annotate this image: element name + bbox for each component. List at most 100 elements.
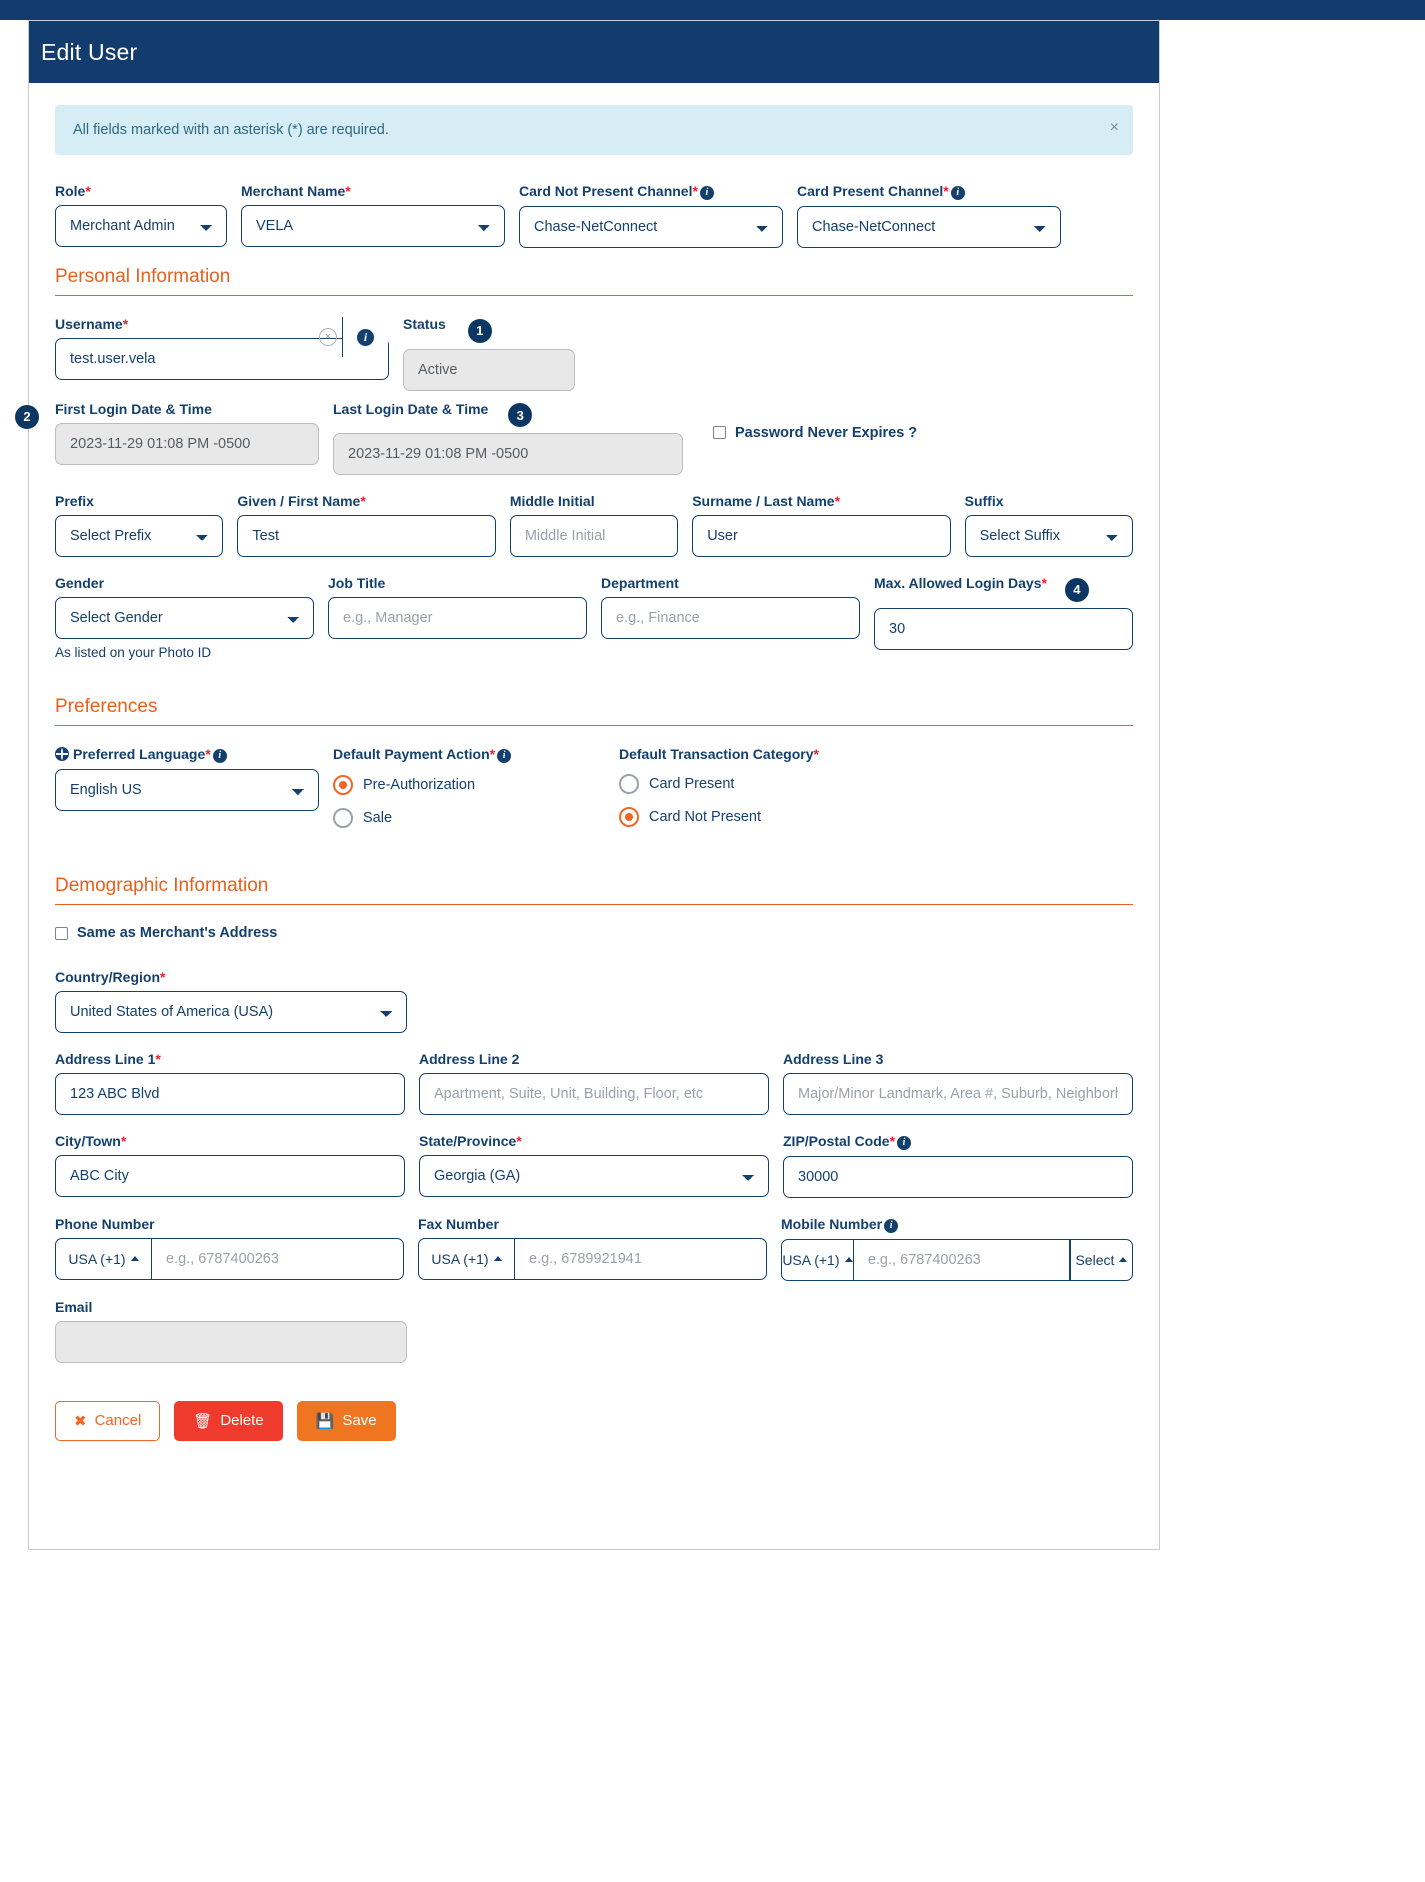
required-asterisk: *: [516, 1133, 521, 1149]
job-title-label: Job Title: [328, 575, 587, 591]
field-first-login: First Login Date & Time 2023-11-29 01:08…: [55, 401, 319, 476]
info-icon[interactable]: i: [213, 749, 227, 763]
first-name-input[interactable]: [237, 515, 495, 557]
annotation-badge-3: 3: [508, 403, 532, 427]
mobile-country-code-select[interactable]: USA (+1): [781, 1239, 853, 1281]
last-login-label: Last Login Date & Time 3: [333, 401, 683, 428]
info-icon[interactable]: i: [884, 1219, 898, 1233]
radio-label: Card Not Present: [649, 809, 761, 825]
suffix-label: Suffix: [965, 493, 1133, 509]
cancel-button[interactable]: ✖ Cancel: [55, 1401, 160, 1441]
required-asterisk: *: [360, 493, 365, 509]
field-suffix: Suffix Select Suffix: [965, 493, 1133, 557]
required-asterisk: *: [160, 969, 165, 985]
clear-icon[interactable]: ×: [319, 328, 337, 346]
role-select[interactable]: Merchant Admin: [55, 205, 227, 247]
state-label: State/Province*: [419, 1133, 769, 1149]
job-title-input[interactable]: [328, 597, 587, 639]
preferred-language-select[interactable]: English US: [55, 769, 319, 811]
save-button[interactable]: 💾 Save: [297, 1401, 396, 1441]
required-asterisk: *: [814, 746, 819, 762]
mobile-type-select[interactable]: Select: [1070, 1239, 1133, 1281]
field-state: State/Province* Georgia (GA): [419, 1133, 769, 1198]
fax-country-code-select[interactable]: USA (+1): [418, 1238, 514, 1280]
phone-country-code-select[interactable]: USA (+1): [55, 1238, 151, 1280]
alert-text: All fields marked with an asterisk (*) a…: [73, 122, 389, 138]
card-present-channel-label: Card Present Channel*i: [797, 183, 1061, 200]
prefix-label: Prefix: [55, 493, 223, 509]
fax-label: Fax Number: [418, 1216, 767, 1232]
status-value: Active: [403, 349, 575, 391]
phone-input[interactable]: [151, 1238, 404, 1280]
info-icon[interactable]: i: [497, 749, 511, 763]
page-title: Edit User: [41, 39, 137, 66]
radio-sale[interactable]: Sale: [333, 808, 605, 828]
field-max-login-days: Max. Allowed Login Days* 4: [874, 575, 1133, 660]
gender-select[interactable]: Select Gender: [55, 597, 314, 639]
max-login-days-input[interactable]: [874, 608, 1133, 650]
login-dates-row: 2 First Login Date & Time 2023-11-29 01:…: [55, 401, 1133, 476]
field-address-line-3: Address Line 3: [783, 1051, 1133, 1115]
card-present-channel-select[interactable]: Chase-NetConnect: [797, 206, 1061, 248]
radio-button: [333, 808, 353, 828]
job-row: Gender Select Gender As listed on your P…: [55, 575, 1133, 660]
department-input[interactable]: [601, 597, 860, 639]
middle-initial-input[interactable]: [510, 515, 678, 557]
cancel-label: Cancel: [95, 1412, 142, 1429]
address-line-3-input[interactable]: [783, 1073, 1133, 1115]
username-info-button[interactable]: i: [342, 317, 388, 357]
radio-label: Pre-Authorization: [363, 777, 475, 793]
checkbox-box: [55, 927, 68, 940]
username-input[interactable]: [55, 338, 389, 380]
section-heading-demographic: Demographic Information: [55, 875, 1133, 897]
zip-input[interactable]: [783, 1156, 1133, 1198]
prefix-select[interactable]: Select Prefix: [55, 515, 223, 557]
annotation-badge-1: 1: [468, 319, 492, 343]
city-input[interactable]: [55, 1155, 405, 1197]
radio-card-not-present[interactable]: Card Not Present: [619, 807, 891, 827]
card-not-present-channel-select[interactable]: Chase-NetConnect: [519, 206, 783, 248]
country-select[interactable]: United States of America (USA): [55, 991, 407, 1033]
radio-pre-authorization[interactable]: Pre-Authorization: [333, 775, 605, 795]
first-login-label: First Login Date & Time: [55, 401, 319, 417]
info-icon: i: [357, 329, 374, 346]
info-icon[interactable]: i: [897, 1136, 911, 1150]
radio-card-present[interactable]: Card Present: [619, 774, 891, 794]
default-payment-action-label: Default Payment Action*i: [333, 746, 605, 763]
annotation-badge-2: 2: [15, 405, 39, 429]
chevron-up-icon: [845, 1257, 853, 1262]
field-same-as-merchant[interactable]: Same as Merchant's Address: [55, 925, 1133, 945]
address-row: Address Line 1* Address Line 2 Address L…: [55, 1051, 1133, 1115]
floppy-disk-icon: 💾: [316, 1412, 335, 1430]
section-divider: [55, 904, 1133, 905]
field-job-title: Job Title: [328, 575, 587, 660]
suffix-select[interactable]: Select Suffix: [965, 515, 1133, 557]
mobile-label: Mobile Numberi: [781, 1216, 1133, 1233]
info-icon[interactable]: i: [700, 186, 714, 200]
field-city: City/Town*: [55, 1133, 405, 1198]
merchant-name-select[interactable]: VELA: [241, 205, 505, 247]
chevron-up-icon: [494, 1256, 502, 1261]
password-never-expires-checkbox[interactable]: Password Never Expires ?: [713, 425, 917, 441]
annotation-badge-4: 4: [1065, 578, 1089, 602]
required-asterisk: *: [692, 183, 697, 199]
close-icon[interactable]: ×: [1110, 119, 1119, 137]
zip-label: ZIP/Postal Code*i: [783, 1133, 1133, 1150]
field-password-never-expires[interactable]: Password Never Expires ?: [713, 401, 917, 476]
last-name-input[interactable]: [692, 515, 950, 557]
info-icon[interactable]: i: [951, 186, 965, 200]
mobile-input[interactable]: [853, 1239, 1070, 1281]
address-line-2-input[interactable]: [419, 1073, 769, 1115]
delete-button[interactable]: 🗑 Delete: [174, 1401, 282, 1441]
username-status-row: Username* × i Status 1 Active: [55, 316, 1133, 391]
same-as-merchant-checkbox[interactable]: Same as Merchant's Address: [55, 925, 277, 941]
state-select[interactable]: Georgia (GA): [419, 1155, 769, 1197]
trash-icon: 🗑: [193, 1412, 212, 1430]
field-mobile: Mobile Numberi USA (+1) Select: [781, 1216, 1133, 1281]
merchant-name-label: Merchant Name*: [241, 183, 505, 199]
field-preferred-language: Preferred Language*i English US: [55, 746, 319, 841]
address-line-1-input[interactable]: [55, 1073, 405, 1115]
email-row: Email: [55, 1299, 1133, 1363]
default-transaction-category-label: Default Transaction Category*: [619, 746, 891, 762]
fax-input[interactable]: [514, 1238, 767, 1280]
